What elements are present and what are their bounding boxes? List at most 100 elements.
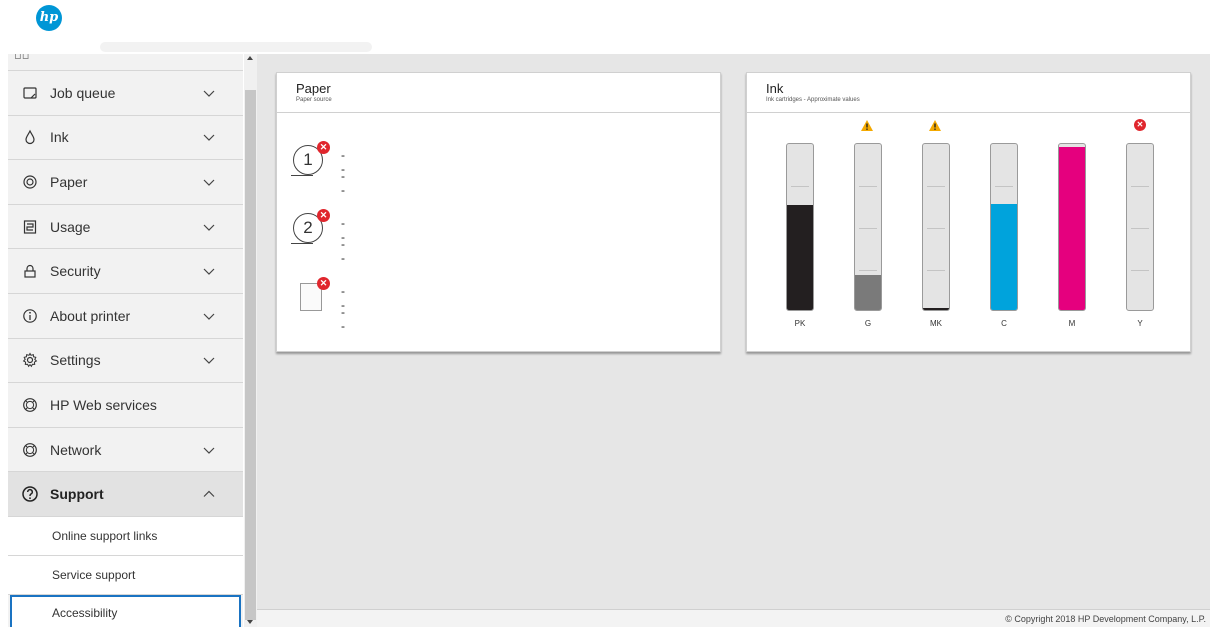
ink-drop-icon <box>21 128 39 146</box>
level-tick <box>1131 228 1149 229</box>
main-content: Paper Paper source 1 ✕ -- -- 2 ✕ -- -- ✕ -- -- Ink… <box>257 54 1210 627</box>
chevron-up-icon[interactable] <box>200 485 218 503</box>
chevron-down-icon[interactable] <box>200 441 218 459</box>
error-icon: ✕ <box>1134 119 1146 131</box>
job-queue-icon <box>21 84 39 102</box>
sidebar-item-label: Network <box>50 441 102 458</box>
copyright-text: © Copyright 2018 HP Development Company,… <box>1005 614 1206 624</box>
gear-icon <box>21 351 39 369</box>
sidebar-top-fragment: ⊔⊔ <box>8 54 243 71</box>
level-tick <box>927 186 945 187</box>
ink-cartridge-label: M <box>1068 319 1076 328</box>
tray-value: -- <box>341 237 345 265</box>
sidebar-item-usage[interactable]: Usage <box>8 205 243 250</box>
paper-card-subtitle: Paper source <box>296 97 332 103</box>
chevron-down-icon[interactable] <box>200 307 218 325</box>
ink-cartridge-label: C <box>1001 319 1007 328</box>
level-tick <box>995 186 1013 187</box>
scroll-up-arrow[interactable] <box>247 56 253 60</box>
warning-icon <box>860 119 874 133</box>
level-tick <box>859 228 877 229</box>
chevron-down-icon[interactable] <box>200 351 218 369</box>
scroll-thumb[interactable] <box>245 90 256 620</box>
ink-level-bar <box>854 143 882 311</box>
sidebar-item-job-queue[interactable]: Job queue <box>8 71 243 116</box>
header: hp <box>0 0 1210 54</box>
support-submenu: Online support links Service support Acces… <box>8 516 243 627</box>
ink-card-title: Ink <box>766 81 784 96</box>
lock-icon <box>21 262 39 280</box>
sidebar-item-security[interactable]: Security <box>8 249 243 294</box>
search-bar-edge <box>100 42 372 52</box>
sidebar-item-settings[interactable]: Settings <box>8 339 243 384</box>
ink-cartridge-label: MK <box>930 319 942 328</box>
ink-cartridge-label: Y <box>1137 319 1143 328</box>
ink-level-fill <box>787 205 813 310</box>
ink-level-bar <box>786 143 814 311</box>
ink-level-bar <box>1058 143 1086 311</box>
globe-icon <box>21 441 39 459</box>
ink-level-bar <box>1126 143 1154 311</box>
submenu-item-online-support-links[interactable]: Online support links <box>8 516 243 556</box>
globe-icon <box>21 396 39 414</box>
level-tick <box>859 186 877 187</box>
level-tick <box>791 186 809 187</box>
sidebar-item-paper[interactable]: Paper <box>8 160 243 205</box>
tray-value: -- <box>341 169 345 197</box>
sidebar-item-about-printer[interactable]: About printer <box>8 294 243 339</box>
sidebar-item-label: Support <box>50 486 104 503</box>
level-tick <box>1131 186 1149 187</box>
sidebar-item-label: Paper <box>50 173 88 190</box>
paper-roll-icon <box>21 173 39 191</box>
sidebar-scrollbar[interactable] <box>244 54 257 627</box>
error-icon: ✕ <box>317 277 330 290</box>
submenu-item-accessibility[interactable]: Accessibility <box>10 594 241 627</box>
ink-level-bar <box>990 143 1018 311</box>
roll-baseline <box>291 175 313 176</box>
level-tick <box>927 228 945 229</box>
submenu-item-service-support[interactable]: Service support <box>8 555 243 595</box>
ink-card[interactable]: Ink Ink cartridges - Approximate values … <box>746 72 1191 352</box>
ink-level-fill <box>923 308 949 310</box>
sidebar-item-label: About printer <box>50 307 131 324</box>
tray-value: -- <box>341 305 345 333</box>
level-tick <box>859 270 877 271</box>
ink-cartridge-label: PK <box>794 319 806 328</box>
sidebar-item-support[interactable]: Support <box>8 472 243 517</box>
nav-list: Job queue Ink Paper Usage Security About prin… <box>8 71 243 517</box>
paper-card[interactable]: Paper Paper source 1 ✕ -- -- 2 ✕ -- -- ✕ -- -- <box>276 72 721 352</box>
warning-icon <box>928 119 942 133</box>
ink-level-bar <box>922 143 950 311</box>
sidebar-item-ink[interactable]: Ink <box>8 116 243 161</box>
chevron-down-icon[interactable] <box>200 173 218 191</box>
paper-card-title: Paper <box>296 81 331 96</box>
level-tick <box>1131 270 1149 271</box>
footer: © Copyright 2018 HP Development Company,… <box>257 609 1210 627</box>
ink-cartridge-label: G <box>864 319 872 328</box>
ink-card-header: Ink Ink cartridges - Approximate values <box>747 73 1190 113</box>
error-icon: ✕ <box>317 209 330 222</box>
sidebar-item-network[interactable]: Network <box>8 428 243 473</box>
error-icon: ✕ <box>317 141 330 154</box>
sidebar: ⊔⊔ Job queue Ink Paper Usage Security About p… <box>8 54 243 627</box>
ink-card-subtitle: Ink cartridges - Approximate values <box>766 97 860 103</box>
ink-level-fill <box>855 275 881 310</box>
sidebar-item-label: HP Web services <box>50 396 157 413</box>
sidebar-item-label: Job queue <box>50 84 116 101</box>
ink-level-fill <box>991 204 1017 310</box>
scroll-down-arrow[interactable] <box>247 620 253 624</box>
chevron-down-icon[interactable] <box>200 128 218 146</box>
ink-level-fill <box>1059 147 1085 310</box>
chevron-down-icon[interactable] <box>200 84 218 102</box>
sidebar-item-label: Security <box>50 263 101 280</box>
info-icon <box>21 307 39 325</box>
sidebar-item-label: Settings <box>50 352 101 369</box>
help-icon <box>21 485 39 503</box>
roll-baseline <box>291 243 313 244</box>
sidebar-item-hp-web-services[interactable]: HP Web services <box>8 383 243 428</box>
chevron-down-icon[interactable] <box>200 262 218 280</box>
level-tick <box>927 270 945 271</box>
hp-logo[interactable]: hp <box>36 5 62 31</box>
chevron-down-icon[interactable] <box>200 218 218 236</box>
usage-icon <box>21 218 39 236</box>
